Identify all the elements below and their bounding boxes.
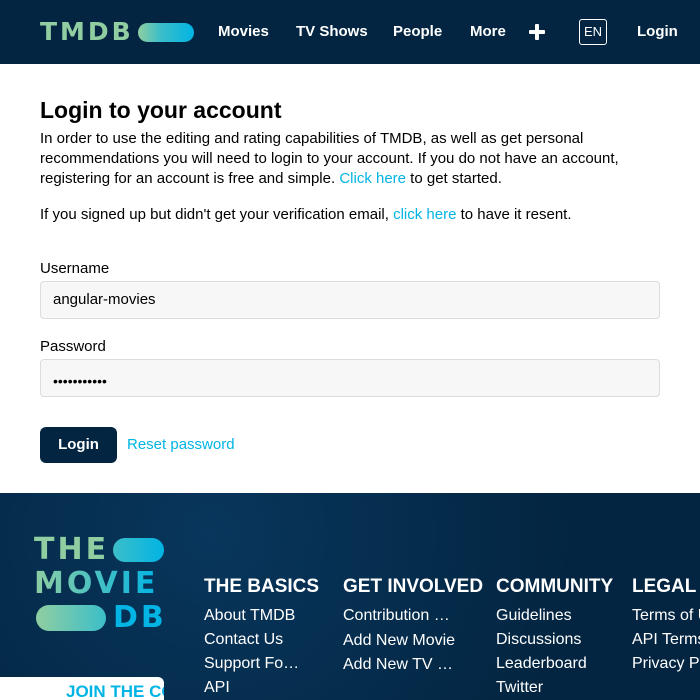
footer-link[interactable]: Twitter: [496, 676, 616, 700]
footer-link[interactable]: Add New Movie: [343, 629, 463, 653]
top-nav-bar: TMDB Movies TV Shows People More EN Logi…: [0, 0, 700, 64]
password-label: Password: [40, 338, 106, 355]
footer: THE MOVIE DB JOIN THE COMMUNITY The Basi…: [0, 493, 700, 700]
join-community-button[interactable]: JOIN THE COMMUNITY: [0, 677, 164, 700]
footer-logo-pill-1: [113, 538, 164, 562]
footer-link[interactable]: Add New TV Show: [343, 653, 453, 677]
footer-link[interactable]: API: [204, 676, 324, 700]
tmdb-logo-pill[interactable]: [138, 23, 194, 42]
nav-people[interactable]: People: [393, 21, 442, 43]
password-value: •••••••••••: [53, 373, 107, 389]
tmdb-logo[interactable]: TMDB: [40, 16, 134, 48]
footer-col-title-involved: Get Involved: [343, 576, 484, 597]
intro-paragraph: In order to use the editing and rating c…: [40, 129, 640, 189]
footer-logo-line-3: DB: [113, 600, 167, 635]
resend-link[interactable]: click here: [393, 206, 456, 223]
footer-link[interactable]: Contact Us: [204, 628, 324, 652]
footer-link[interactable]: Guidelines: [496, 604, 616, 628]
footer-logo-pill-2: [36, 605, 106, 631]
username-input[interactable]: angular-movies: [40, 281, 660, 319]
verify-text: If you signed up but didn't get your ver…: [40, 206, 394, 223]
verify-paragraph: If you signed up but didn't get your ver…: [40, 205, 660, 225]
username-label: Username: [40, 260, 110, 277]
footer-col-title-basics: The Basics: [204, 576, 320, 597]
footer-logo-line-2: MOVIE: [34, 566, 159, 601]
reset-password-link[interactable]: Reset password: [127, 435, 235, 455]
footer-link[interactable]: Privacy Policy: [632, 652, 700, 676]
footer-link[interactable]: About TMDB: [204, 604, 324, 628]
nav-tv-shows[interactable]: TV Shows: [296, 21, 368, 43]
footer-col-title-community: Community: [496, 576, 614, 597]
nav-movies[interactable]: Movies: [218, 21, 269, 43]
signup-link[interactable]: Click here: [339, 170, 406, 187]
footer-link[interactable]: Discussions: [496, 628, 616, 652]
nav-more[interactable]: More: [470, 21, 506, 43]
footer-link[interactable]: Leaderboard: [496, 652, 616, 676]
page-title: Login to your account: [40, 97, 282, 123]
footer-link[interactable]: Support Forums: [204, 652, 304, 676]
footer-link[interactable]: Contribution Bible: [343, 604, 453, 628]
nav-login[interactable]: Login: [637, 21, 678, 43]
intro-after: to get started.: [406, 170, 502, 187]
plus-icon[interactable]: [529, 24, 545, 40]
footer-link[interactable]: Terms of Use: [632, 604, 700, 628]
verify-after: to have it resent.: [456, 206, 572, 223]
intro-text: In order to use the editing and rating c…: [40, 130, 619, 187]
footer-link[interactable]: API Terms of Use: [632, 628, 700, 652]
footer-col-title-legal: Legal: [632, 576, 697, 597]
password-input[interactable]: [40, 359, 660, 397]
login-button[interactable]: Login: [40, 427, 117, 463]
footer-logo-line-1: THE: [34, 532, 110, 567]
language-button[interactable]: EN: [579, 19, 607, 45]
